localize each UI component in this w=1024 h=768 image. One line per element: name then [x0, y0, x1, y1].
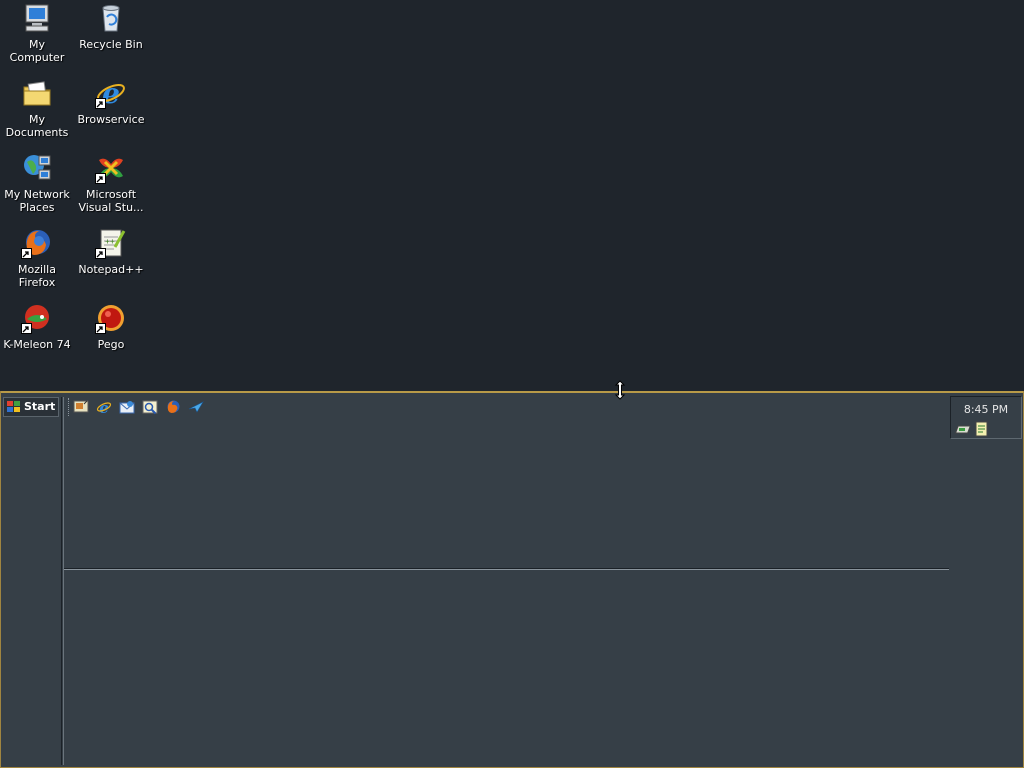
shortcut-arrow-icon: [95, 98, 106, 109]
shortcut-arrow-icon: [21, 323, 32, 334]
firefox-icon[interactable]: [165, 399, 181, 415]
shortcut-arrow-icon: [95, 248, 106, 259]
desktop-icon-label: My Documents: [5, 113, 69, 139]
outlook-express-icon[interactable]: [119, 399, 135, 415]
quick-launch-toolbar: e: [73, 397, 204, 417]
desktop-icon-label: My Computer: [9, 38, 65, 64]
desktop: My Computer My Documents My Network Plac…: [0, 0, 1024, 391]
start-button[interactable]: Start: [3, 397, 59, 417]
desktop-icon-notepad-plus-plus[interactable]: ++ Notepad++: [74, 227, 148, 299]
recycle-bin-icon: [95, 2, 127, 34]
shortcut-arrow-icon: [21, 248, 32, 259]
desktop-icon-label: Pego: [97, 338, 125, 351]
my-computer-icon: [21, 2, 53, 34]
pego-icon: [95, 302, 127, 334]
network-places-icon: [21, 152, 53, 184]
taskbar-divider[interactable]: [61, 397, 64, 765]
k-meleon-icon: [21, 302, 53, 334]
notepad-icon[interactable]: [973, 421, 989, 437]
desktop-icon-label: Recycle Bin: [79, 38, 143, 51]
desktop-icon-visual-studio[interactable]: Microsoft Visual Stu...: [74, 152, 148, 224]
desktop-icon-mozilla-firefox[interactable]: Mozilla Firefox: [0, 227, 74, 299]
svg-text:e: e: [99, 399, 109, 415]
network-icon[interactable]: [955, 421, 971, 437]
quick-launch-grip[interactable]: [68, 398, 71, 416]
desktop-icon-label: My Network Places: [4, 188, 70, 214]
desktop-icon-label: Microsoft Visual Stu...: [78, 188, 144, 214]
desktop-icon-label: Notepad++: [78, 263, 144, 276]
windows-media-icon[interactable]: [142, 399, 158, 415]
desktop-icon-browservice[interactable]: e Browservice: [74, 77, 148, 149]
system-tray: 8:45 PM: [950, 396, 1022, 439]
desktop-icon-k-meleon[interactable]: K-Meleon 74: [0, 302, 74, 374]
show-desktop-icon[interactable]: [73, 399, 89, 415]
my-documents-icon: [21, 77, 53, 109]
clock[interactable]: 8:45 PM: [951, 403, 1021, 416]
visual-studio-icon: [95, 152, 127, 184]
internet-explorer-icon[interactable]: e: [96, 399, 112, 415]
desktop-icon-my-computer[interactable]: My Computer: [0, 2, 74, 74]
desktop-icon-pego[interactable]: Pego: [74, 302, 148, 374]
notepad-plus-plus-icon: ++: [95, 227, 127, 259]
taskbar-row-divider: [64, 568, 949, 570]
svg-text:++: ++: [105, 237, 115, 246]
firefox-icon: [21, 227, 53, 259]
shortcut-arrow-icon: [95, 323, 106, 334]
resize-cursor-icon: [614, 380, 626, 400]
desktop-icon-recycle-bin[interactable]: Recycle Bin: [74, 2, 148, 74]
taskbar[interactable]: Start e 8:45 PM: [0, 391, 1024, 768]
desktop-icon-my-documents[interactable]: My Documents: [0, 77, 74, 149]
desktop-icon-label: K-Meleon 74: [3, 338, 71, 351]
messenger-icon[interactable]: [188, 399, 204, 415]
desktop-icon-my-network-places[interactable]: My Network Places: [0, 152, 74, 224]
internet-explorer-icon: e: [95, 77, 127, 109]
desktop-icon-label: Browservice: [77, 113, 145, 126]
desktop-icon-label: Mozilla Firefox: [18, 263, 56, 289]
windows-logo-icon: [7, 401, 20, 412]
shortcut-arrow-icon: [95, 173, 106, 184]
start-label: Start: [24, 400, 56, 413]
